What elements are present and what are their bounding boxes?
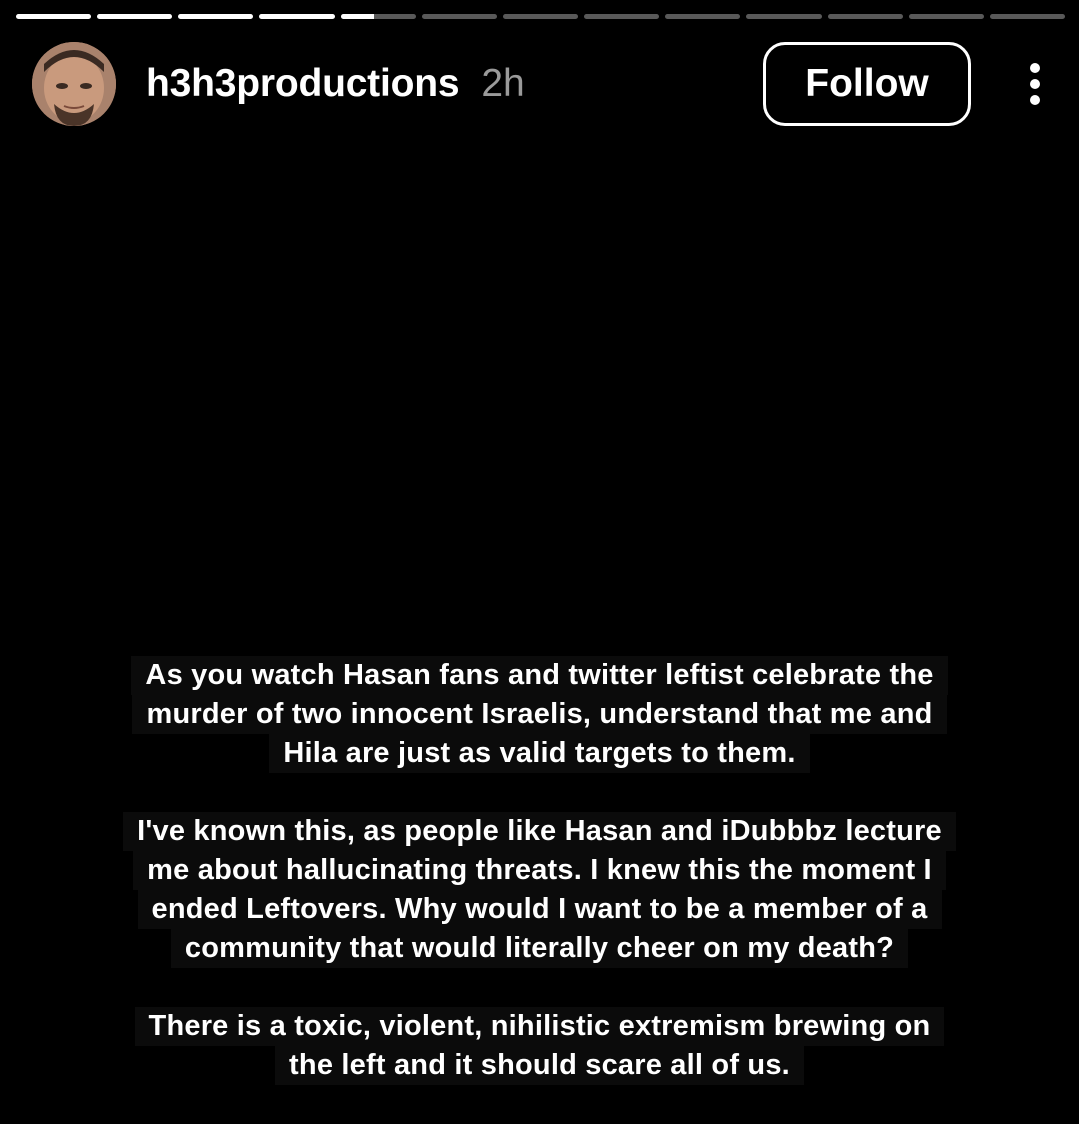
story-paragraph: As you watch Hasan fans and twitter left… bbox=[0, 656, 1079, 773]
progress-segment bbox=[259, 14, 335, 19]
story-text-line: There is a toxic, violent, nihilistic ex… bbox=[134, 1007, 945, 1046]
story-text-line: me about hallucinating threats. I knew t… bbox=[133, 851, 946, 890]
more-options-icon[interactable] bbox=[1015, 42, 1055, 126]
progress-segment bbox=[989, 14, 1066, 19]
progress-segment-fill bbox=[178, 14, 254, 19]
story-text-line: Hila are just as valid targets to them. bbox=[269, 734, 810, 773]
profile-photo-icon bbox=[32, 42, 116, 126]
story-text-line: community that would literally cheer on … bbox=[170, 929, 909, 968]
follow-button[interactable]: Follow bbox=[763, 42, 971, 126]
progress-segment-fill bbox=[259, 14, 335, 19]
username[interactable]: h3h3productions bbox=[146, 62, 460, 106]
post-time: 2h bbox=[481, 62, 525, 105]
progress-segment bbox=[502, 14, 579, 19]
progress-segment bbox=[827, 14, 903, 19]
story-progress-bar bbox=[16, 14, 1066, 19]
story-header: h3h3productions 2h Follow bbox=[32, 38, 1055, 130]
progress-segment bbox=[584, 14, 660, 19]
story-text-line: murder of two innocent Israelis, underst… bbox=[132, 695, 947, 734]
progress-segment bbox=[16, 14, 92, 19]
story-text-line: I've known this, as people like Hasan an… bbox=[123, 812, 956, 851]
progress-segment-fill bbox=[340, 14, 375, 19]
story-paragraph: I've known this, as people like Hasan an… bbox=[0, 812, 1079, 968]
story-paragraph: There is a toxic, violent, nihilistic ex… bbox=[0, 1007, 1079, 1085]
progress-segment bbox=[421, 14, 497, 19]
avatar[interactable] bbox=[32, 42, 116, 126]
progress-segment bbox=[665, 14, 741, 19]
progress-segment bbox=[97, 14, 173, 19]
progress-segment bbox=[908, 14, 984, 19]
progress-segment bbox=[178, 14, 254, 19]
story-text: As you watch Hasan fans and twitter left… bbox=[0, 656, 1079, 1124]
progress-segment-fill bbox=[16, 14, 92, 19]
story-text-line: ended Leftovers. Why would I want to be … bbox=[137, 890, 942, 929]
story-text-line: As you watch Hasan fans and twitter left… bbox=[131, 656, 948, 695]
progress-segment-fill bbox=[97, 14, 173, 19]
progress-segment bbox=[340, 14, 416, 19]
progress-segment bbox=[746, 14, 822, 19]
story-text-line: the left and it should scare all of us. bbox=[275, 1046, 804, 1085]
